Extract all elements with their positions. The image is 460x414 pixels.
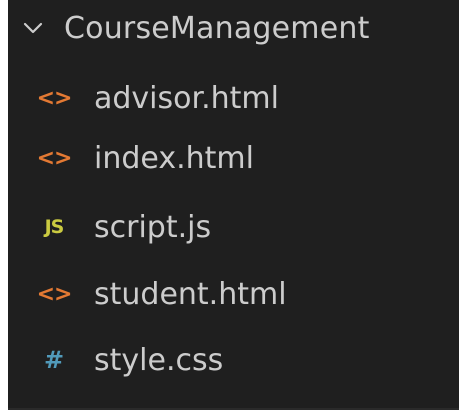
html-file-icon: <> xyxy=(36,145,73,171)
html-file-icon: <> xyxy=(36,281,73,307)
file-name: advisor.html xyxy=(94,80,279,116)
explorer-panel: CourseManagement <> advisor.html <> inde… xyxy=(8,0,459,410)
chevron-down-icon[interactable] xyxy=(22,17,44,39)
file-item-index-html[interactable]: <> index.html xyxy=(36,136,254,180)
file-tree: CourseManagement <> advisor.html <> inde… xyxy=(8,0,459,408)
file-name: index.html xyxy=(94,140,254,176)
folder-name: CourseManagement xyxy=(64,10,370,46)
css-file-icon: # xyxy=(43,346,65,374)
file-item-script-js[interactable]: JS script.js xyxy=(36,205,212,249)
file-name: script.js xyxy=(94,209,212,245)
file-item-advisor-html[interactable]: <> advisor.html xyxy=(36,76,279,120)
file-item-style-css[interactable]: # style.css xyxy=(36,338,223,382)
folder-coursemanagement[interactable]: CourseManagement xyxy=(22,8,370,48)
html-file-icon: <> xyxy=(36,85,73,111)
file-name: student.html xyxy=(94,276,287,312)
file-item-student-html[interactable]: <> student.html xyxy=(36,272,287,316)
js-file-icon: JS xyxy=(44,216,65,238)
file-name: style.css xyxy=(94,342,224,378)
